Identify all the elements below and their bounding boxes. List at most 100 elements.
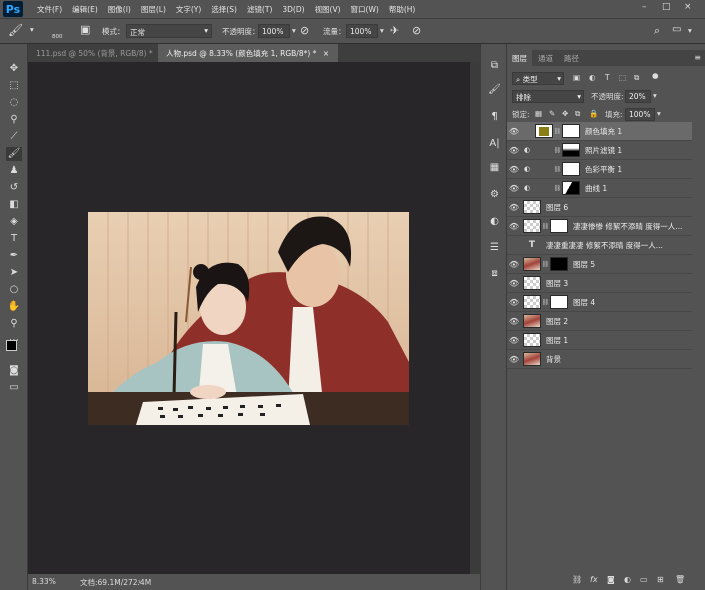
layer-name[interactable]: 照片滤镜 1 <box>585 145 622 156</box>
swatches-panel-icon[interactable]: ▦ <box>487 160 502 175</box>
new-group-icon[interactable]: ▭ <box>640 575 648 584</box>
layer-mask-thumbnail[interactable] <box>562 124 580 138</box>
link-icon[interactable]: ⛓ <box>541 223 550 230</box>
shape-tool-icon[interactable]: ○ <box>6 283 22 297</box>
tab-paths[interactable]: 路径 <box>559 50 584 66</box>
workspace-dropdown-icon[interactable]: ▾ <box>688 26 692 35</box>
tab-111-psd[interactable]: 111.psd @ 50% (背景, RGB/8) * × <box>28 44 165 62</box>
layer-name[interactable]: 曲线 1 <box>585 183 607 194</box>
adjustments-panel-icon[interactable]: ⚙ <box>487 187 502 202</box>
layer-mask-thumbnail[interactable] <box>550 257 568 271</box>
paragraph-panel-icon[interactable]: ¶ <box>487 109 502 124</box>
canvas-area[interactable] <box>28 62 470 574</box>
eye-icon[interactable]: 👁 <box>507 203 521 212</box>
close-window-button[interactable]: × <box>684 2 692 12</box>
eye-icon[interactable]: 👁 <box>507 298 521 307</box>
link-icon[interactable]: ⛓ <box>553 147 562 154</box>
color-panel-icon[interactable]: ◐ <box>487 214 502 229</box>
link-layers-icon[interactable]: ⛓ <box>572 575 582 584</box>
menu-layer[interactable]: 图层(L) <box>141 4 166 15</box>
layer-mask-thumbnail[interactable] <box>562 143 580 157</box>
layer-name[interactable]: 图层 1 <box>546 335 568 346</box>
screen-mode-icon[interactable]: ▭ <box>6 381 22 395</box>
lock-image-icon[interactable]: ✎ <box>549 109 555 123</box>
layer-thumbnail[interactable] <box>523 219 541 233</box>
brush-tool-icon[interactable]: 🖌 <box>8 23 23 37</box>
filter-kind-select[interactable]: ⌕ 类型 ▾ <box>512 72 564 85</box>
quick-mask-icon[interactable]: ◙ <box>6 364 22 378</box>
filter-smart-object-icon[interactable]: ⧉ <box>634 73 639 87</box>
menu-image[interactable]: 图像(I) <box>108 4 131 15</box>
libraries-panel-icon[interactable]: ⧈ <box>487 266 502 281</box>
opacity-input[interactable]: 100% <box>258 24 290 38</box>
layer-style-button[interactable]: fx <box>590 575 598 584</box>
status-menu-icon[interactable]: › <box>138 577 141 586</box>
airbrush-icon[interactable]: ✈ <box>390 24 399 37</box>
document-image[interactable] <box>88 212 409 425</box>
stamp-tool-icon[interactable]: ♟ <box>6 164 22 178</box>
hand-tool-icon[interactable]: ✋ <box>6 300 22 314</box>
link-icon[interactable]: ⛓ <box>553 128 562 135</box>
menu-window[interactable]: 窗口(W) <box>351 4 379 15</box>
menu-help[interactable]: 帮助(H) <box>389 4 416 15</box>
layer-row-layer-1[interactable]: 👁 图层 1 <box>507 331 692 350</box>
layer-thumbnail[interactable] <box>523 257 541 271</box>
fill-dropdown-icon[interactable]: ▾ <box>657 109 661 123</box>
layer-row-color-fill[interactable]: 👁 ⛓ 颜色填充 1 <box>507 122 692 141</box>
menu-view[interactable]: 视图(V) <box>315 4 341 15</box>
menu-type[interactable]: 文字(Y) <box>176 4 201 15</box>
flow-dropdown-icon[interactable]: ▾ <box>380 26 384 35</box>
move-tool-icon[interactable]: ✥ <box>6 62 22 76</box>
opacity-dropdown-icon[interactable]: ▾ <box>292 26 296 35</box>
layer-thumbnail[interactable] <box>523 352 541 366</box>
flow-input[interactable]: 100% <box>346 24 378 38</box>
opacity-dropdown-icon[interactable]: ▾ <box>653 91 657 105</box>
layer-thumbnail[interactable] <box>523 295 541 309</box>
eye-icon[interactable]: 👁 <box>507 260 521 269</box>
layer-name[interactable]: 图层 4 <box>573 297 595 308</box>
layer-thumbnail[interactable] <box>523 276 541 290</box>
properties-panel-icon[interactable]: ☰ <box>487 240 502 255</box>
layer-name[interactable]: 图层 2 <box>546 316 568 327</box>
lock-transparent-icon[interactable]: ▦ <box>535 109 542 123</box>
layer-row-photo-filter[interactable]: 👁 ◐ ⛓ 照片滤镜 1 <box>507 141 692 160</box>
layer-row-layer-6[interactable]: 👁 图层 6 <box>507 198 692 217</box>
quick-select-tool-icon[interactable]: ⚲ <box>6 113 22 127</box>
new-layer-icon[interactable]: ⊞ <box>657 575 664 584</box>
layer-mask-thumbnail[interactable] <box>562 181 580 195</box>
layer-row-layer-2[interactable]: 👁 图层 2 <box>507 312 692 331</box>
eyedropper-tool-icon[interactable]: ⟋ <box>6 130 22 144</box>
workspace-icon[interactable]: ▭ <box>672 24 681 35</box>
layer-name[interactable]: 图层 6 <box>546 202 568 213</box>
character-panel-icon[interactable]: A| <box>487 136 502 151</box>
layer-opacity-input[interactable]: 20% <box>625 90 651 103</box>
fill-input[interactable]: 100% <box>625 108 655 121</box>
pressure-size-icon[interactable]: ⊘ <box>412 24 421 37</box>
menu-filter[interactable]: 滤镜(T) <box>247 4 272 15</box>
history-panel-icon[interactable]: ⧉ <box>487 58 502 73</box>
add-mask-icon[interactable]: ◙ <box>607 575 615 584</box>
layer-name[interactable]: 凄凄重凄凄 修絮不添晴 度得一人... <box>546 240 663 251</box>
maximize-button[interactable]: □ <box>662 2 671 12</box>
type-tool-icon[interactable]: T <box>6 232 22 246</box>
menu-select[interactable]: 选择(S) <box>211 4 237 15</box>
layer-row-curves[interactable]: 👁 ◐ ⛓ 曲线 1 <box>507 179 692 198</box>
minimize-button[interactable]: – <box>642 2 647 12</box>
delete-layer-icon[interactable]: 🗑 <box>675 575 685 584</box>
eye-icon[interactable]: 👁 <box>507 355 521 364</box>
brush-panel-icon[interactable]: ▣ <box>80 23 90 36</box>
eye-icon[interactable]: 👁 <box>507 146 521 155</box>
eraser-tool-icon[interactable]: ◧ <box>6 198 22 212</box>
eye-icon[interactable]: 👁 <box>507 165 521 174</box>
layer-thumbnail[interactable] <box>523 314 541 328</box>
layer-name[interactable]: 色彩平衡 1 <box>585 164 622 175</box>
tab-layers[interactable]: 图层 <box>507 50 532 66</box>
eye-icon[interactable]: 👁 <box>507 279 521 288</box>
eye-icon[interactable]: 👁 <box>507 317 521 326</box>
path-select-tool-icon[interactable]: ➤ <box>6 266 22 280</box>
filter-toggle-icon[interactable]: ● <box>652 71 659 85</box>
lock-all-icon[interactable]: 🔒 <box>589 109 598 123</box>
layer-row-text-group[interactable]: 👁 ⛓ 凄凄惨惨 修絮不添晴 度得一人... <box>507 217 692 236</box>
brush-preset-panel-icon[interactable]: 🖌 <box>487 82 502 97</box>
color-fill-thumbnail[interactable] <box>535 124 553 138</box>
